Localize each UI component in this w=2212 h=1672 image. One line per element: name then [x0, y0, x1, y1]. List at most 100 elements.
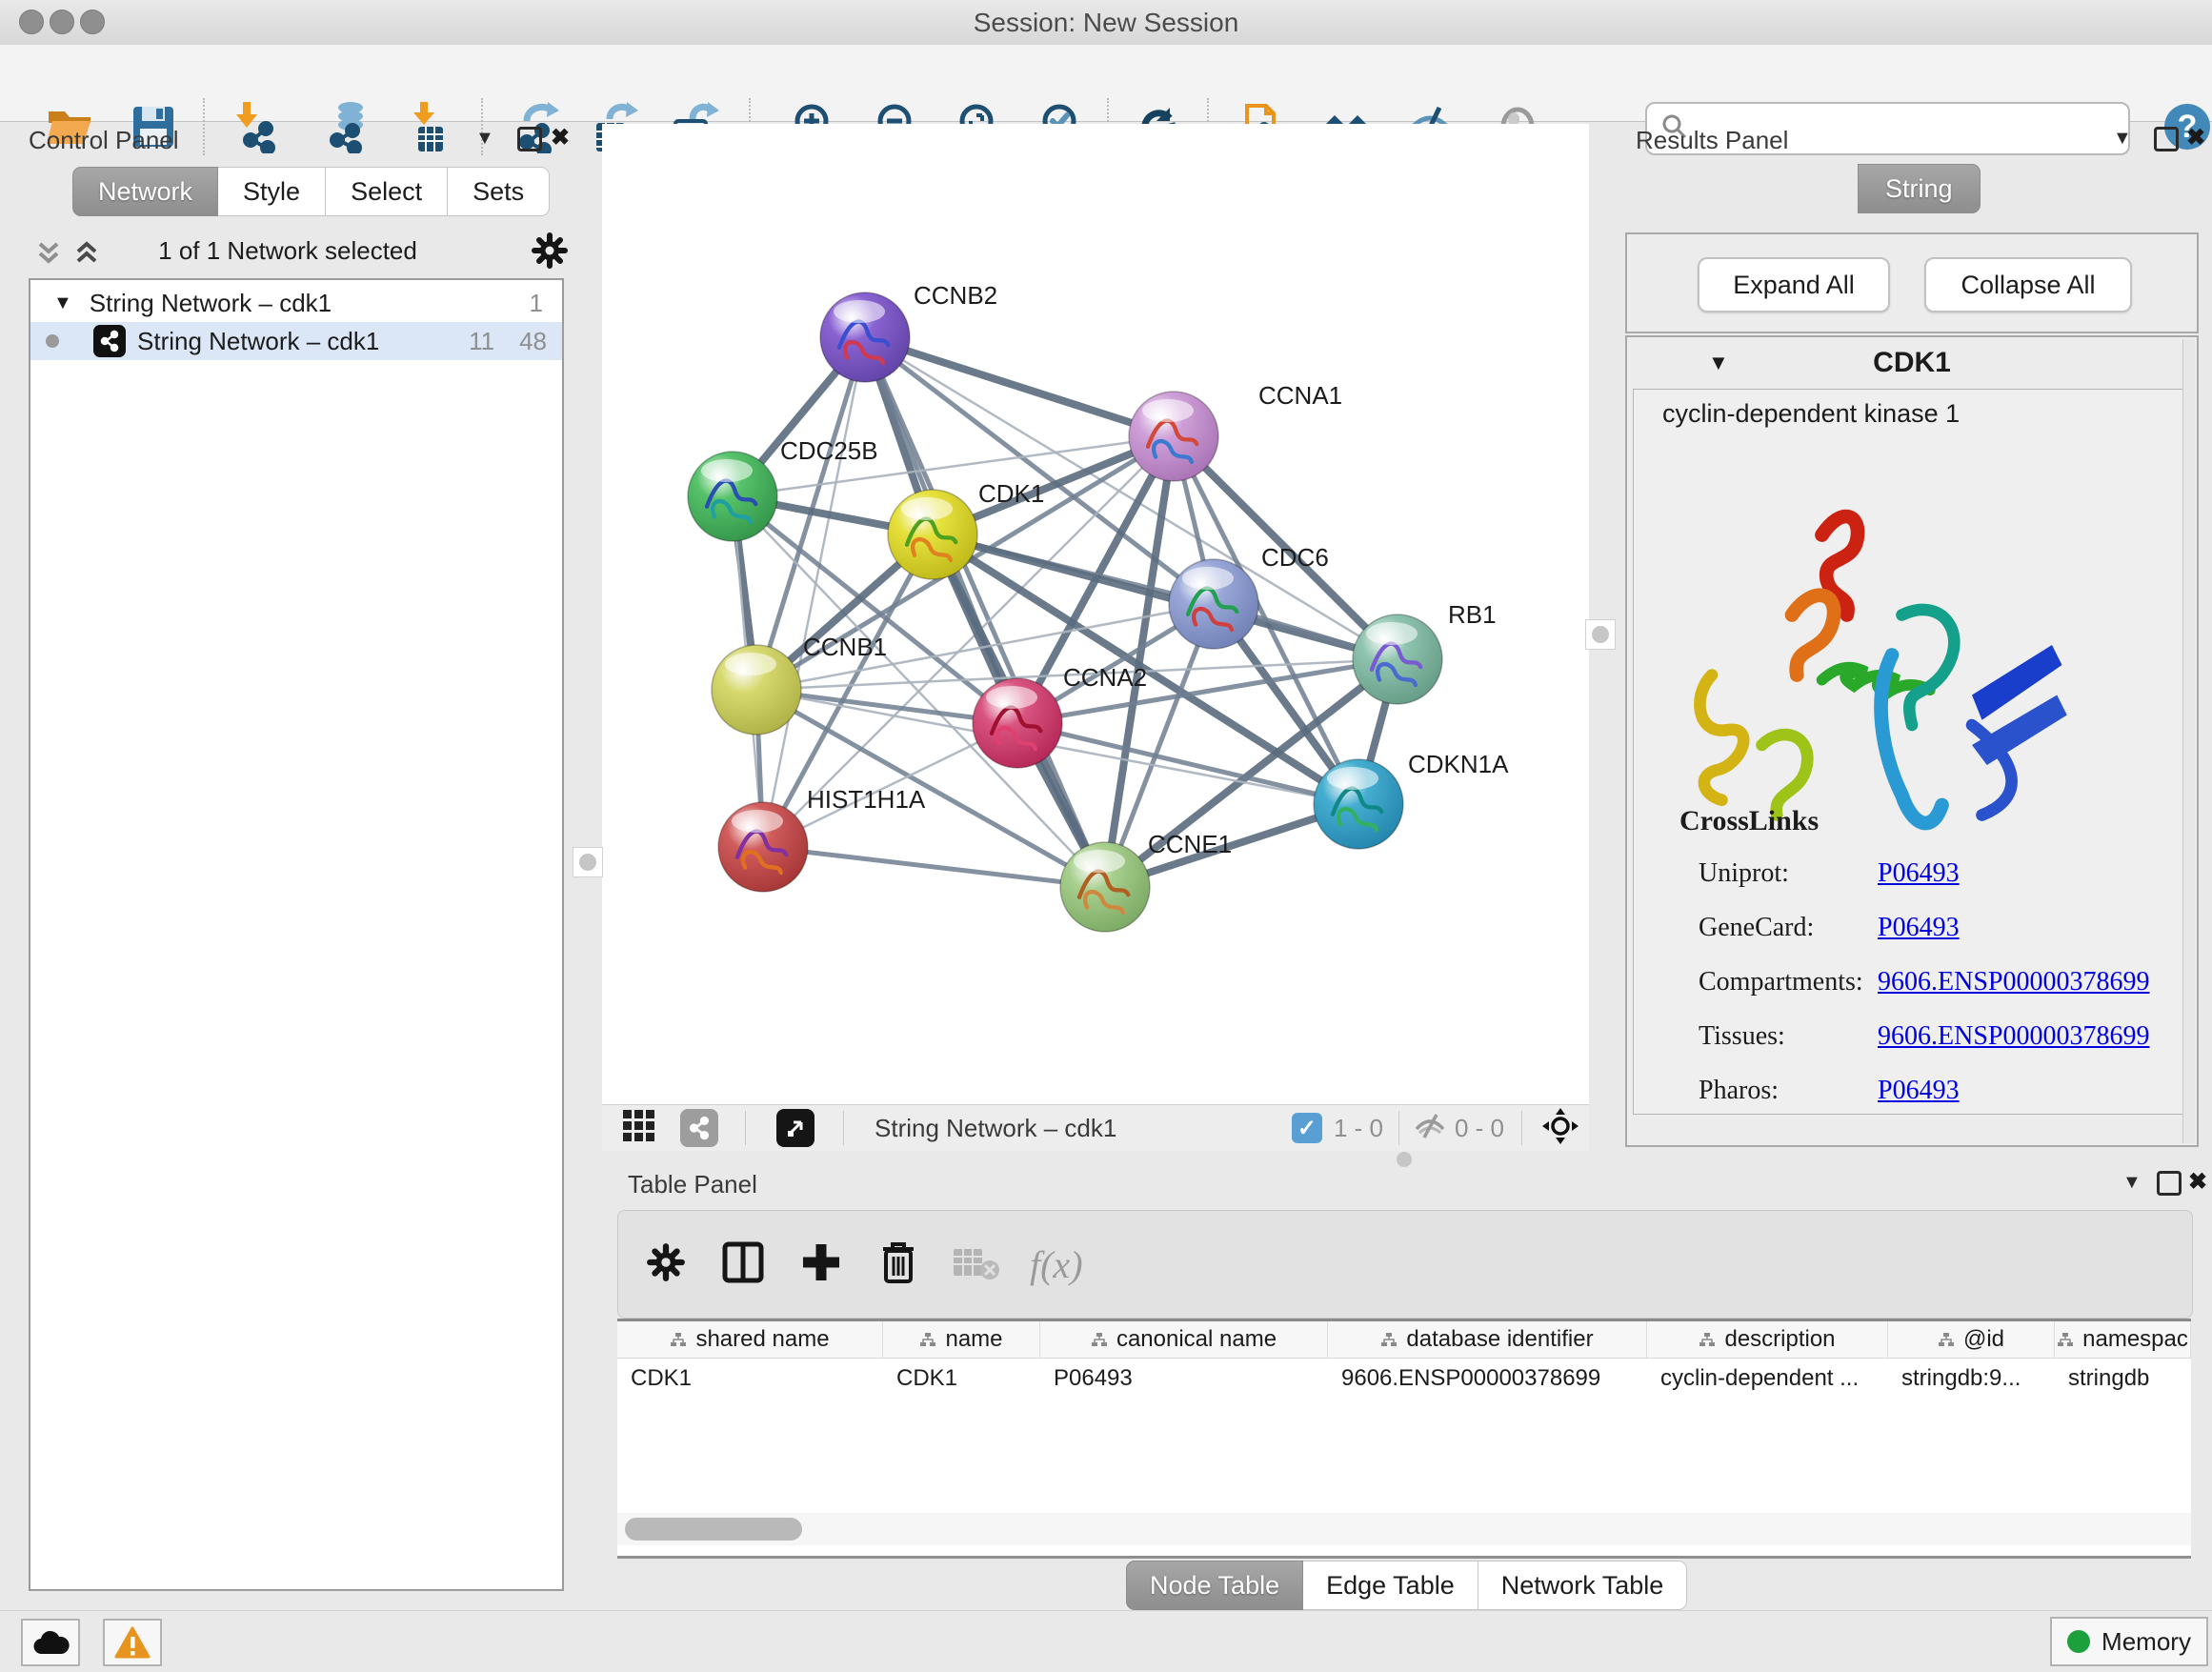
crosslink-value-link[interactable]: 9606.ENSP00000378699: [1878, 1021, 2149, 1052]
tab-style[interactable]: Style: [218, 167, 326, 216]
crosslinks-list: Uniprot:P06493GeneCard:P06493Compartment…: [1699, 858, 2165, 1130]
delete-column-trash-icon[interactable]: [877, 1239, 919, 1290]
network-label: String Network – cdk1: [137, 327, 379, 356]
table-body: CDK1CDK1P064939606.ENSP00000378699cyclin…: [617, 1359, 2191, 1399]
tab-edge-table[interactable]: Edge Table: [1303, 1561, 1478, 1610]
title-bar: Session: New Session: [0, 0, 2212, 46]
crosslink-value-link[interactable]: P06493: [1878, 858, 1960, 889]
column-header-shared-name[interactable]: shared name: [617, 1321, 883, 1358]
horizontal-splitter-handle[interactable]: [1397, 1152, 1412, 1167]
panel-float-icon[interactable]: [2154, 127, 2179, 151]
network-view-panel[interactable]: CCNB2CCNA1CDC25BCDK1CDC6RB1CCNB1CCNA2CDK…: [602, 124, 1589, 1150]
table-toolbar: f(x): [617, 1210, 2193, 1319]
function-builder-icon: f(x): [1030, 1242, 1083, 1287]
crosslink-value-link[interactable]: 9606.ENSP00000378699: [1878, 967, 2149, 997]
crosslink-label: Uniprot:: [1699, 858, 1878, 889]
network-edge[interactable]: [865, 337, 1174, 436]
left-splitter-handle[interactable]: [573, 847, 603, 877]
table-settings-gear-icon[interactable]: [645, 1241, 687, 1288]
grid-view-icon[interactable]: [621, 1108, 657, 1149]
crosslink-value-link[interactable]: P06493: [1878, 1076, 1960, 1106]
column-header-name[interactable]: name: [883, 1321, 1040, 1358]
network-row-selected[interactable]: String Network – cdk1 11 48: [30, 322, 562, 360]
network-selection-status: 1 of 1 Network selected: [11, 236, 564, 266]
hidden-count-badge: 0 - 0: [1455, 1114, 1504, 1143]
collapse-triangle-icon[interactable]: ▼: [53, 292, 72, 314]
show-columns-icon[interactable]: [721, 1240, 765, 1289]
network-options-gear-icon[interactable]: [530, 231, 570, 275]
scrollbar-thumb[interactable]: [625, 1518, 802, 1541]
network-node-HIST1H1A[interactable]: HIST1H1A: [718, 785, 926, 892]
network-node-CDKN1A[interactable]: CDKN1A: [1314, 750, 1509, 849]
table-cell: CDK1: [617, 1359, 883, 1399]
center-view-crosshair-icon[interactable]: [1541, 1107, 1579, 1150]
column-header-database-identifier[interactable]: database identifier: [1328, 1321, 1647, 1358]
tab-sets[interactable]: Sets: [448, 167, 550, 216]
column-header-description[interactable]: description: [1647, 1321, 1888, 1358]
tab-select[interactable]: Select: [326, 167, 448, 216]
table-tabs: Node TableEdge TableNetwork Table: [1126, 1561, 1687, 1610]
network-node-CCNB2[interactable]: CCNB2: [820, 281, 997, 382]
column-header--id[interactable]: @id: [1888, 1321, 2055, 1358]
network-edge[interactable]: [763, 847, 1105, 887]
table-panel: Table Panel ▼ ✖ f(x) shared namenamecano…: [604, 1168, 2202, 1597]
cloud-icon: [31, 1629, 70, 1656]
results-panel-title: Results Panel: [1636, 126, 1788, 155]
table-horizontal-scrollbar[interactable]: [617, 1513, 2191, 1545]
memory-label: Memory: [2101, 1627, 2191, 1657]
network-node-CCNA1[interactable]: CCNA1: [1129, 381, 1342, 481]
expand-all-button[interactable]: Expand All: [1698, 257, 1890, 312]
panel-menu-icon[interactable]: ▼: [2122, 1172, 2142, 1194]
tab-node-table[interactable]: Node Table: [1126, 1561, 1303, 1610]
status-bar: Memory: [0, 1610, 2212, 1672]
network-canvas[interactable]: CCNB2CCNA1CDC25BCDK1CDC6RB1CCNB1CCNA2CDK…: [602, 124, 1589, 1104]
table-panel-title: Table Panel: [628, 1170, 757, 1199]
crosslink-row: Uniprot:P06493: [1699, 858, 2165, 889]
panel-close-icon[interactable]: ✖: [2186, 124, 2205, 151]
tab-network[interactable]: Network: [72, 167, 218, 216]
panel-close-icon[interactable]: ✖: [2188, 1168, 2207, 1196]
table-cell: CDK1: [883, 1359, 1040, 1399]
network-collection-row[interactable]: ▼ String Network – cdk1 1: [30, 284, 562, 322]
table-header-row[interactable]: shared namenamecanonical namedatabase id…: [617, 1321, 2191, 1359]
node-label: HIST1H1A: [807, 785, 926, 814]
warning-icon: [114, 1626, 151, 1659]
table-cell: 9606.ENSP00000378699: [1328, 1359, 1647, 1399]
results-panel-tabs: String: [1858, 164, 1981, 213]
node-label: CCNE1: [1148, 830, 1232, 858]
panel-menu-icon[interactable]: ▼: [475, 128, 494, 150]
add-column-plus-icon[interactable]: [799, 1240, 843, 1289]
table-row[interactable]: CDK1CDK1P064939606.ENSP00000378699cyclin…: [617, 1359, 2191, 1399]
crosslink-row: Compartments:9606.ENSP00000378699: [1699, 967, 2165, 997]
delete-table-icon: [952, 1243, 1001, 1286]
hidden-eye-icon: [1413, 1112, 1447, 1145]
collapse-all-button[interactable]: Collapse All: [1924, 257, 2132, 312]
column-header-namespac[interactable]: namespac: [2055, 1321, 2191, 1358]
main-toolbar: ?: [0, 45, 2212, 122]
memory-status-dot-icon: [2067, 1630, 2090, 1653]
warning-button[interactable]: [103, 1619, 162, 1666]
table-cell: stringdb:9...: [1888, 1359, 2055, 1399]
cloud-button[interactable]: [21, 1619, 80, 1666]
network-share-icon[interactable]: [680, 1109, 718, 1147]
tab-network-table[interactable]: Network Table: [1478, 1561, 1688, 1610]
gene-details-box: cyclin-dependent kinase 1 CrossLinks Uni…: [1633, 389, 2187, 1115]
selected-checkbox-icon[interactable]: ✓: [1292, 1113, 1322, 1143]
panel-close-icon[interactable]: ✖: [551, 124, 570, 151]
memory-button[interactable]: Memory: [2050, 1617, 2208, 1666]
tab-string[interactable]: String: [1858, 164, 1981, 213]
column-header-canonical-name[interactable]: canonical name: [1040, 1321, 1328, 1358]
network-view-title: String Network – cdk1: [875, 1114, 1116, 1143]
panel-menu-icon[interactable]: ▼: [2113, 128, 2132, 150]
results-vertical-scrollbar[interactable]: [2182, 339, 2195, 1143]
window-title: Session: New Session: [0, 8, 2212, 38]
network-node-RB1[interactable]: RB1: [1353, 600, 1497, 704]
panel-float-icon[interactable]: [517, 127, 542, 151]
control-panel: Control Panel ▼ ✖ NetworkStyleSelectSets…: [11, 124, 564, 1597]
birds-eye-view-icon[interactable]: [776, 1109, 814, 1147]
crosslink-value-link[interactable]: P06493: [1878, 913, 1960, 943]
table-cell: stringdb: [2055, 1359, 2191, 1399]
right-splitter-handle[interactable]: [1585, 619, 1616, 650]
panel-float-icon[interactable]: [2157, 1171, 2182, 1196]
node-label: CDC6: [1261, 543, 1329, 572]
